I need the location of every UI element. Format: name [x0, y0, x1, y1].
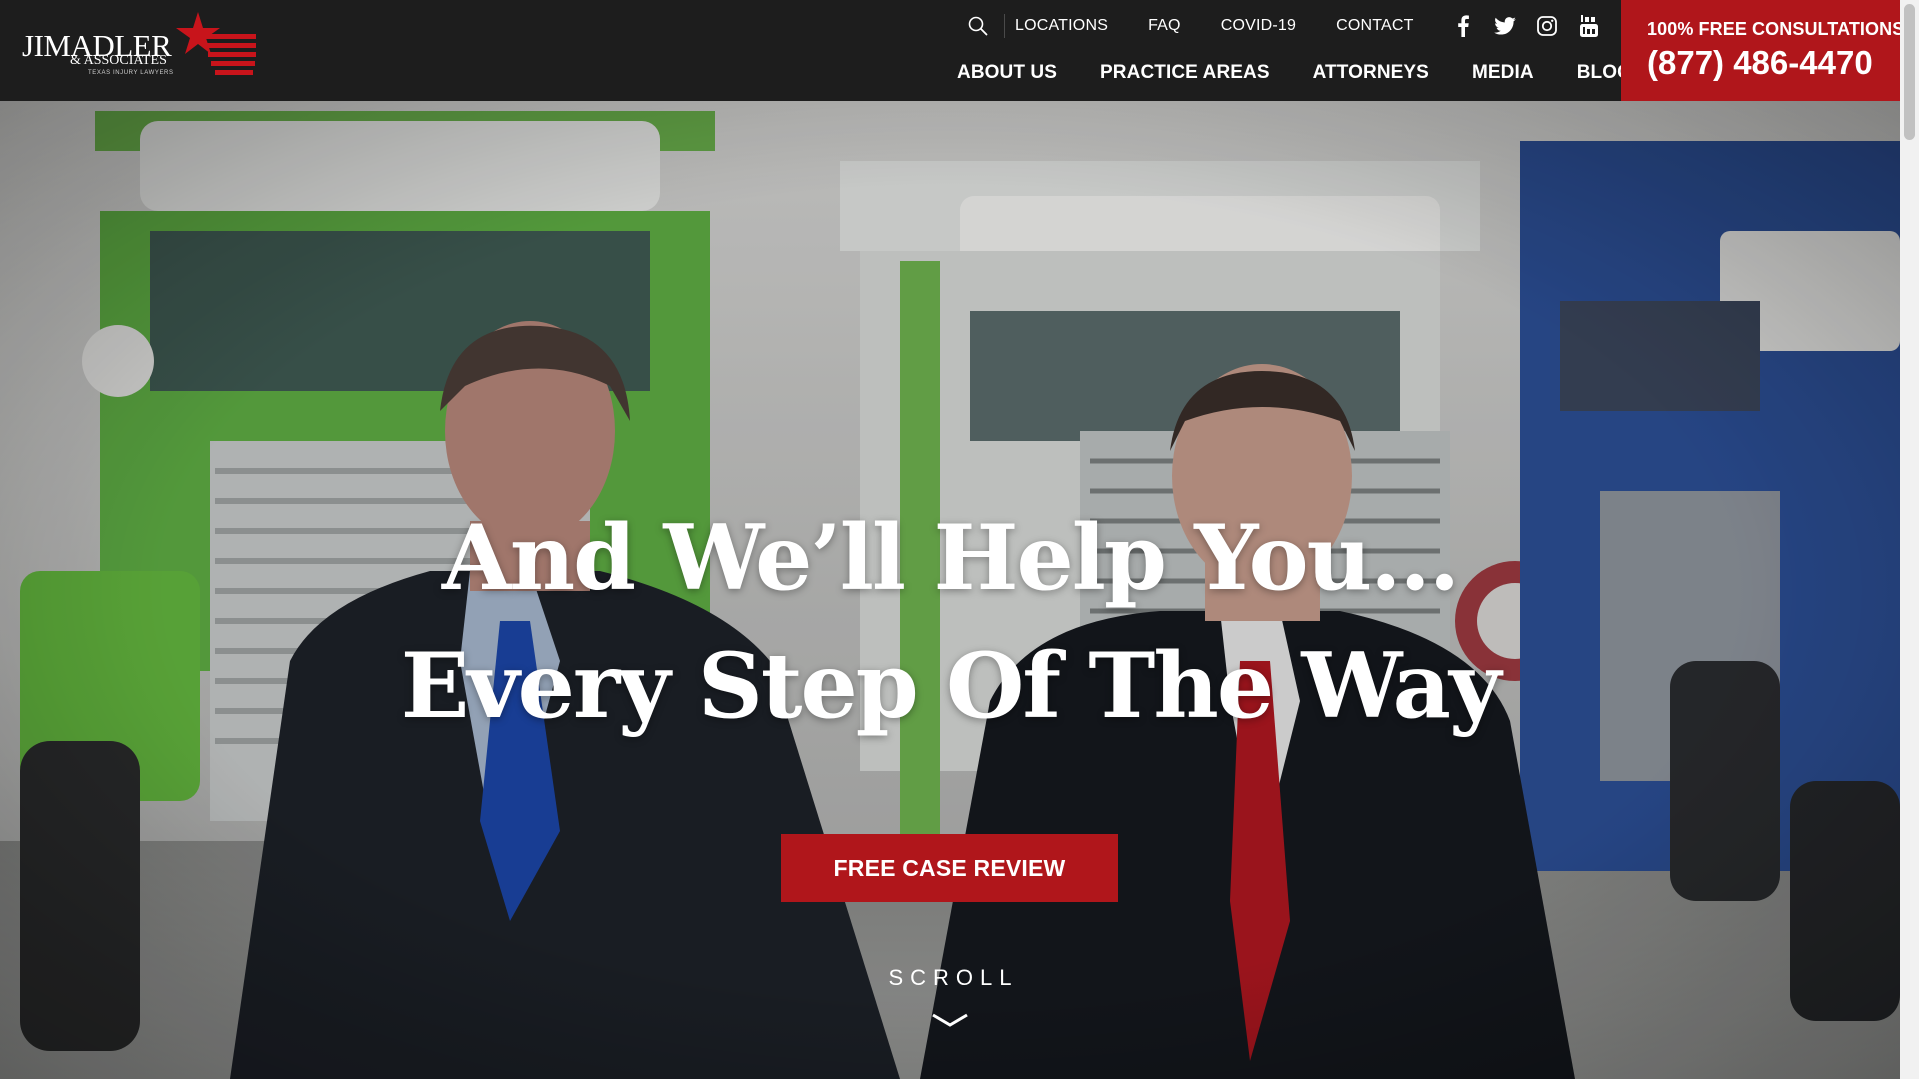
- search-icon: [968, 16, 988, 36]
- nav-link-about-us[interactable]: ABOUT US: [957, 62, 1057, 84]
- logo-tagline: TEXAS INJURY LAWYERS: [88, 70, 174, 76]
- phone-number: (877) 486-4470: [1647, 44, 1873, 81]
- hero-headline-line-1: And We’ll Help You…: [441, 505, 1460, 611]
- texas-flag-star-icon: [176, 12, 256, 75]
- twitter-link[interactable]: [1484, 11, 1526, 41]
- nav-divider: [1004, 14, 1005, 38]
- free-case-review-button[interactable]: FREE CASE REVIEW: [781, 834, 1118, 902]
- consultation-phone-button[interactable]: 100% FREE CONSULTATIONS (877) 486-4470: [1621, 0, 1904, 101]
- hero-headline-line-2: Every Step Of The Way: [400, 633, 1502, 739]
- consultation-label: 100% FREE CONSULTATIONS: [1647, 19, 1905, 39]
- social-links: [1442, 11, 1610, 41]
- nav-link-faq[interactable]: FAQ: [1148, 17, 1181, 35]
- nav-link-locations[interactable]: LOCATIONS: [1015, 17, 1108, 35]
- youtube-icon: [1579, 15, 1598, 37]
- nav-link-media[interactable]: MEDIA: [1472, 62, 1534, 84]
- site-header: JIMADLER & ASSOCIATES TEXAS INJURY LAWYE…: [0, 0, 1904, 101]
- facebook-link[interactable]: [1442, 11, 1484, 41]
- logo-subtitle: & ASSOCIATES: [70, 53, 167, 68]
- scrollbar-thumb[interactable]: [1904, 4, 1915, 140]
- instagram-icon: [1536, 16, 1557, 36]
- hero-section: And We’ll Help You… Every Step Of The Wa…: [0, 101, 1900, 1079]
- page-scrollbar[interactable]: [1900, 0, 1919, 1079]
- search-button[interactable]: [960, 11, 996, 41]
- nav-link-attorneys[interactable]: ATTORNEYS: [1313, 62, 1429, 84]
- chevron-down-icon[interactable]: [932, 1013, 968, 1027]
- youtube-link[interactable]: [1568, 11, 1610, 41]
- twitter-icon: [1493, 17, 1516, 35]
- scroll-label: SCROLL: [888, 965, 1019, 990]
- nav-link-practice-areas[interactable]: PRACTICE AREAS: [1100, 62, 1270, 84]
- nav-link-covid-19[interactable]: COVID-19: [1221, 17, 1296, 35]
- main-nav: ABOUT US PRACTICE AREAS ATTORNEYS MEDIA …: [957, 56, 1632, 90]
- facebook-icon: [1457, 15, 1469, 37]
- utility-nav: LOCATIONS FAQ COVID-19 CONTACT: [960, 0, 1610, 52]
- nav-link-contact[interactable]: CONTACT: [1336, 17, 1414, 35]
- instagram-link[interactable]: [1526, 11, 1568, 41]
- site-logo[interactable]: JIMADLER & ASSOCIATES TEXAS INJURY LAWYE…: [20, 12, 258, 82]
